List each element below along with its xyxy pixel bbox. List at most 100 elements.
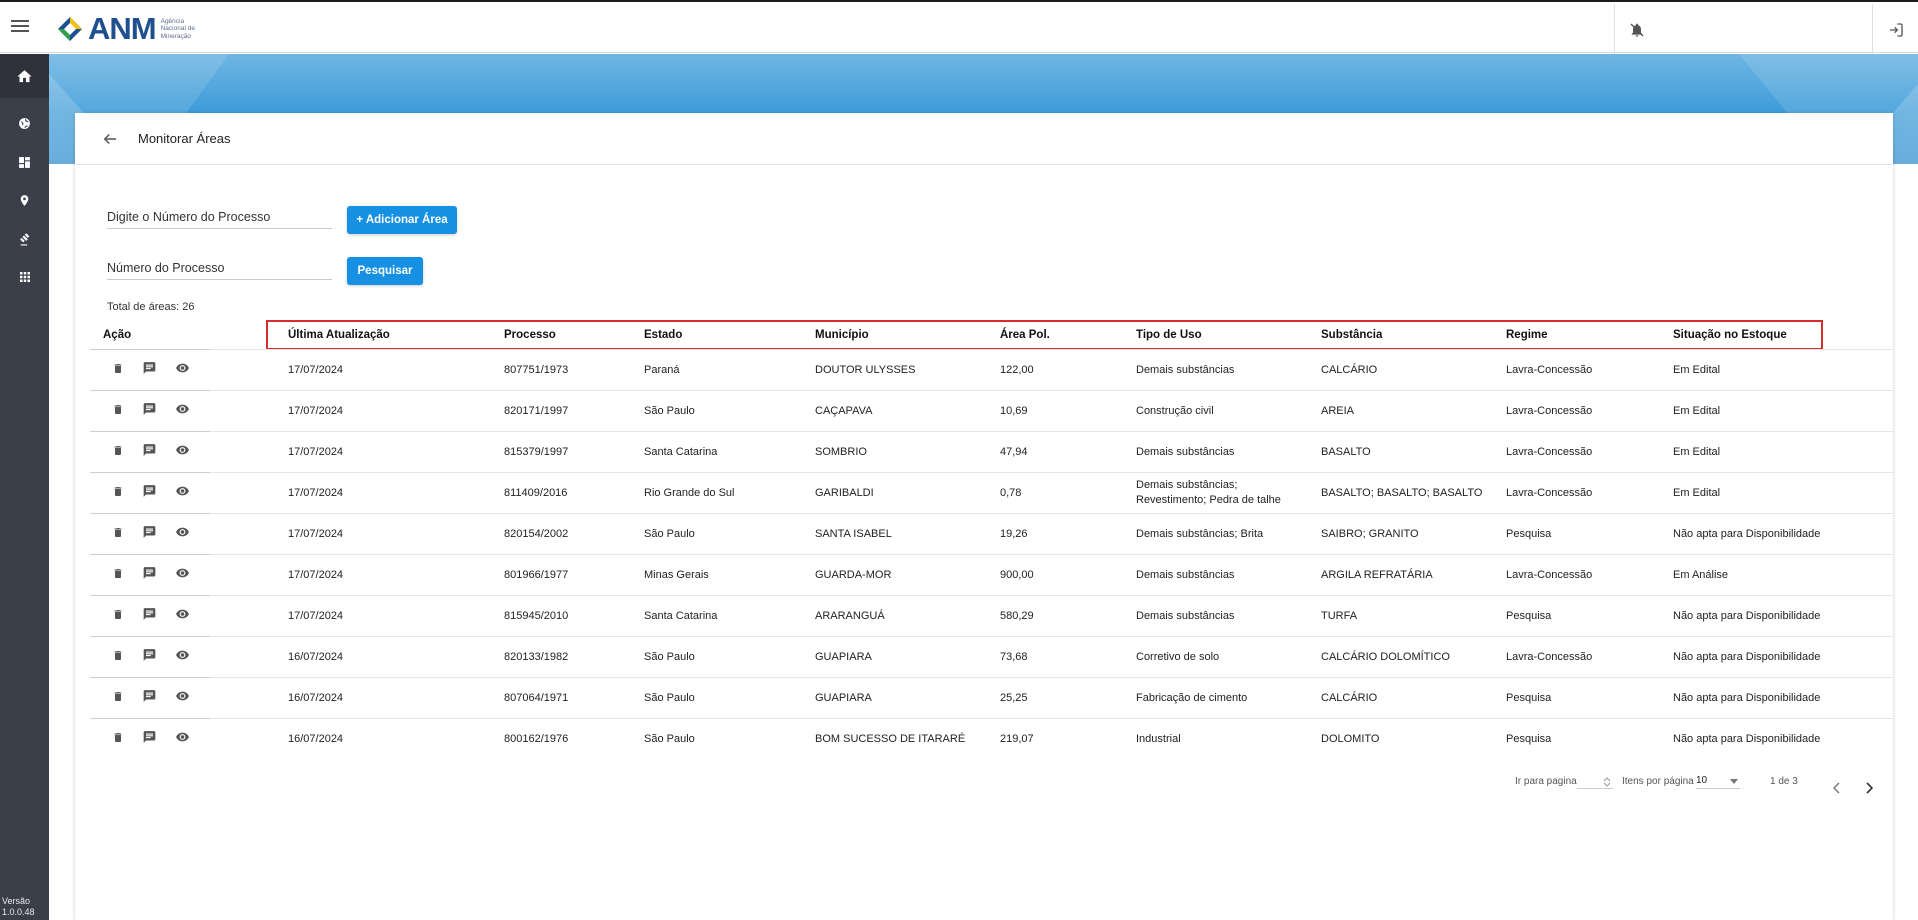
- search-button[interactable]: Pesquisar: [347, 257, 423, 285]
- total-areas-count: Total de áreas: 26: [107, 301, 195, 313]
- delete-button[interactable]: [112, 649, 124, 667]
- add-area-button[interactable]: + Adicionar Área: [347, 206, 457, 234]
- trash-icon: [114, 364, 122, 373]
- eye-icon: [176, 527, 189, 537]
- prev-page-icon[interactable]: [1831, 781, 1843, 795]
- delete-button[interactable]: [112, 690, 124, 708]
- comment-icon: [143, 362, 156, 374]
- action-cell-divider: [90, 349, 210, 350]
- comment-button[interactable]: [142, 484, 157, 503]
- comment-icon: [143, 403, 156, 415]
- page-title: Monitorar Áreas: [138, 131, 231, 146]
- sidebar-item-location[interactable]: [0, 185, 49, 215]
- items-per-page-select[interactable]: 10: [1696, 775, 1740, 789]
- cell-situacao: Em Análise: [1673, 569, 1729, 581]
- search-process-field[interactable]: [107, 258, 332, 280]
- view-button[interactable]: [174, 443, 191, 462]
- view-button[interactable]: [174, 402, 191, 421]
- delete-button[interactable]: [112, 403, 124, 421]
- add-process-field[interactable]: [107, 207, 332, 229]
- sidebar-item-apps[interactable]: [0, 262, 49, 292]
- delete-button[interactable]: [112, 731, 124, 749]
- cell-municipio: SANTA ISABEL: [815, 528, 892, 540]
- cell-substancia: CALCÁRIO DOLOMÍTICO: [1321, 651, 1450, 663]
- view-button[interactable]: [174, 361, 191, 380]
- comment-button[interactable]: [142, 443, 157, 462]
- trash-icon: [114, 610, 122, 619]
- comment-button[interactable]: [142, 361, 157, 380]
- cell-processo: 815379/1997: [504, 446, 569, 458]
- cell-tipo: Demais substâncias: [1136, 569, 1235, 581]
- anm-logo[interactable]: ANM Agência Nacional de Mineração: [56, 11, 195, 46]
- action-cell-divider: [90, 677, 210, 678]
- trash-icon: [114, 569, 122, 578]
- eye-icon: [176, 732, 189, 742]
- comment-button[interactable]: [142, 607, 157, 626]
- apps-grid-icon: [19, 272, 30, 282]
- sidebar-item-globe[interactable]: [0, 108, 49, 138]
- search-process-input[interactable]: [107, 261, 332, 275]
- comment-button[interactable]: [142, 689, 157, 708]
- delete-button[interactable]: [112, 485, 124, 503]
- action-cell-divider: [90, 636, 210, 637]
- logout-button[interactable]: [1872, 4, 1918, 55]
- logo-text: ANM: [88, 11, 157, 46]
- comment-button[interactable]: [142, 648, 157, 667]
- header-highlight-box: [266, 320, 1823, 350]
- comment-button[interactable]: [142, 566, 157, 585]
- delete-button[interactable]: [112, 567, 124, 585]
- comment-button[interactable]: [142, 402, 157, 421]
- cell-area: 47,94: [1000, 446, 1028, 458]
- cell-area: 219,07: [1000, 733, 1034, 745]
- view-button[interactable]: [174, 607, 191, 626]
- comment-button[interactable]: [142, 730, 157, 749]
- dashboard-icon: [19, 156, 30, 168]
- cell-data: 16/07/2024: [288, 733, 344, 745]
- cell-situacao: Não apta para Disponibilidade: [1673, 733, 1821, 745]
- sidebar-item-home[interactable]: [0, 54, 49, 98]
- cell-processo: 820154/2002: [504, 528, 569, 540]
- next-page-icon[interactable]: [1863, 781, 1875, 795]
- view-button[interactable]: [174, 689, 191, 708]
- cell-area: 73,68: [1000, 651, 1028, 663]
- sidebar-item-dashboard[interactable]: [0, 147, 49, 177]
- add-process-input[interactable]: [107, 210, 332, 224]
- table-row: 17/07/2024 820171/1997 São Paulo CAÇAPAVA 10…: [90, 390, 1893, 431]
- cell-tipo: Industrial: [1136, 733, 1181, 745]
- back-arrow-icon[interactable]: [101, 130, 119, 148]
- hamburger-icon[interactable]: [10, 17, 30, 37]
- cell-area: 25,25: [1000, 692, 1028, 704]
- action-cell-divider: [90, 718, 210, 719]
- view-button[interactable]: [174, 566, 191, 585]
- cell-municipio: ARARANGUÁ: [815, 610, 885, 622]
- cell-situacao: Não apta para Disponibilidade: [1673, 528, 1821, 540]
- table-row: 17/07/2024 815945/2010 Santa Catarina ARARA…: [90, 595, 1893, 636]
- monitor-areas-card: Monitorar Áreas + Adicionar Área Pesquis…: [75, 113, 1893, 920]
- cell-estado: Santa Catarina: [644, 610, 718, 622]
- top-bar: ANM Agência Nacional de Mineração: [0, 2, 1918, 55]
- cell-regime: Pesquisa: [1506, 528, 1552, 540]
- eye-icon: [176, 609, 189, 619]
- trash-icon: [114, 692, 122, 701]
- cell-substancia: ARGILA REFRATÁRIA: [1321, 569, 1433, 581]
- delete-button[interactable]: [112, 444, 124, 462]
- action-cell-divider: [90, 595, 210, 596]
- view-button[interactable]: [174, 484, 191, 503]
- cell-processo: 800162/1976: [504, 733, 569, 745]
- notifications-button[interactable]: [1614, 4, 1659, 55]
- delete-button[interactable]: [112, 608, 124, 626]
- comment-icon: [143, 444, 156, 456]
- sidebar-item-gavel[interactable]: [0, 224, 49, 254]
- view-button[interactable]: [174, 525, 191, 544]
- go-to-page-input[interactable]: [1577, 775, 1613, 789]
- view-button[interactable]: [174, 648, 191, 667]
- comment-icon: [143, 649, 156, 661]
- cell-municipio: SOMBRIO: [815, 446, 867, 458]
- delete-button[interactable]: [112, 362, 124, 380]
- cell-tipo: Demais substâncias; Revestimento; Pedra d…: [1136, 478, 1281, 508]
- comment-button[interactable]: [142, 525, 157, 544]
- cell-processo: 807064/1971: [504, 692, 569, 704]
- view-button[interactable]: [174, 730, 191, 749]
- cell-substancia: DOLOMITO: [1321, 733, 1380, 745]
- delete-button[interactable]: [112, 526, 124, 544]
